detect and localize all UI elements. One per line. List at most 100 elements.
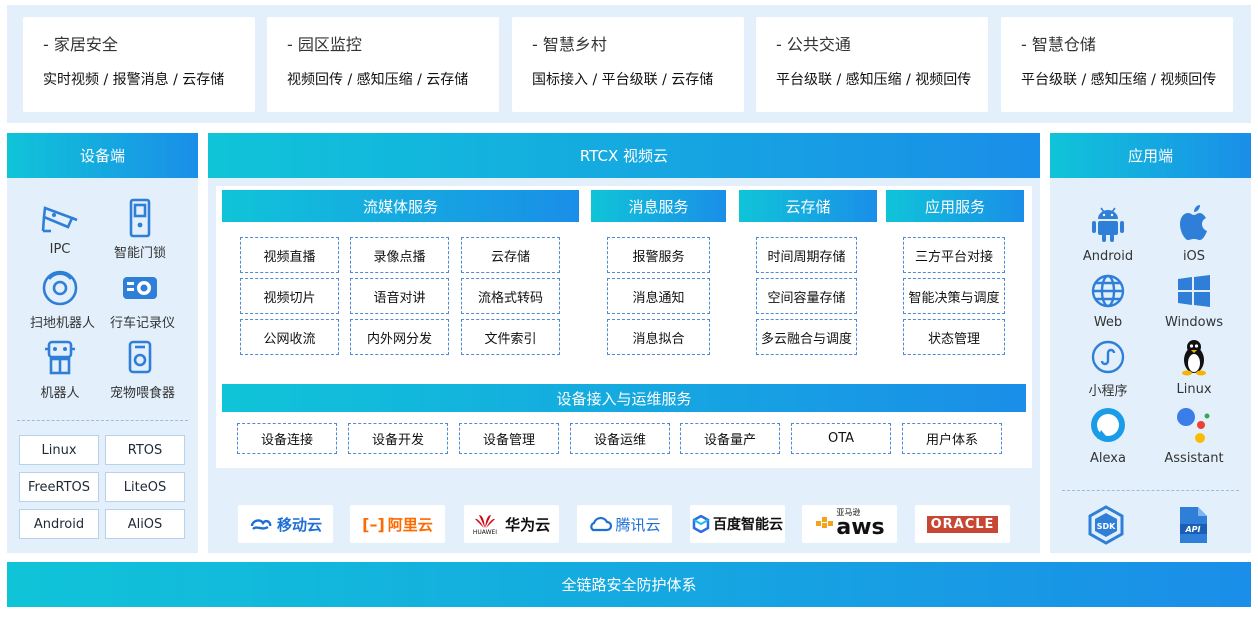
sdk-icon: SDK [1088, 505, 1124, 545]
scenario-features: 视频回传 / 感知压缩 / 云存储 [287, 72, 469, 88]
scenario-title: - 公共交通 [776, 35, 851, 54]
storage-cell: 多云融合与调度 [756, 319, 857, 355]
ops-cell: 设备连接 [237, 423, 337, 454]
camera-icon [41, 206, 78, 233]
security-footer: 全链路安全防护体系 [7, 562, 1251, 607]
message-cell: 消息拟合 [607, 319, 710, 355]
device-door-lock: 智能门锁 [110, 198, 170, 261]
app-label: iOS [1182, 249, 1206, 264]
ops-cell: 用户体系 [902, 423, 1002, 454]
huawei-wordmark: HUAWEI [472, 528, 498, 536]
app-ios: iOS [1155, 203, 1233, 264]
app-label: Assistant [1164, 451, 1224, 466]
device-label: 智能门锁 [113, 246, 166, 261]
streaming-cell: 文件索引 [461, 319, 560, 355]
linux-penguin-icon [1182, 340, 1206, 376]
vendor-baidu: 百度智能云 [690, 505, 785, 543]
huawei-logo-icon [474, 514, 495, 528]
vendor-tencent: 腾讯云 [577, 505, 672, 543]
device-dashcam: 行车记录仪 [110, 268, 175, 331]
mobile-cloud-logo-icon [250, 519, 272, 530]
dashcam-icon [123, 277, 157, 299]
api-label: API [1184, 525, 1200, 534]
scenario-features: 实时视频 / 报警消息 / 云存储 [43, 72, 225, 88]
device-pet-feeder: 宠物喂食器 [110, 338, 176, 401]
os-badge: AliOS [105, 509, 185, 539]
vendor-name: 移动云 [276, 515, 322, 534]
device-robot: 机器人 [30, 338, 90, 401]
vendor-aws: 亚马逊 aws [802, 505, 897, 543]
os-badge: Android [19, 509, 99, 539]
scenario-title: - 智慧仓储 [1021, 35, 1096, 54]
os-badge: Linux [19, 435, 99, 465]
android-icon [1092, 207, 1124, 242]
vendor-name: aws [836, 515, 885, 540]
windows-icon [1178, 275, 1210, 307]
scenario-features: 平台级联 / 感知压缩 / 视频回传 [776, 72, 972, 88]
mini-program-icon [1091, 340, 1125, 374]
vendor-mobile-cloud: 移动云 [238, 505, 333, 543]
ops-cell: 设备运维 [570, 423, 670, 454]
apps-header: 应用端 [1050, 133, 1251, 178]
scenario-title: - 家居安全 [43, 35, 118, 54]
scenario-features: 平台级联 / 感知压缩 / 视频回传 [1021, 72, 1217, 88]
vendor-name: 百度智能云 [713, 517, 783, 533]
app-linux: Linux [1155, 338, 1233, 397]
app-android: Android [1069, 203, 1147, 264]
alexa-icon [1091, 408, 1125, 442]
baidu-cloud-logo-icon [692, 515, 710, 533]
aws-logo-icon [816, 517, 834, 528]
storage-cell: 时间周期存储 [756, 237, 857, 273]
scenario-features: 国标接入 / 平台级联 / 云存储 [532, 72, 714, 88]
message-cell: 报警服务 [607, 237, 710, 273]
app-label: Android [1082, 249, 1134, 264]
appsvc-cell: 智能决策与调度 [903, 278, 1005, 314]
vendor-aliyun: [–] 阿里云 [350, 505, 445, 543]
scenario-title: - 园区监控 [287, 35, 362, 54]
streaming-cell: 视频直播 [240, 237, 339, 273]
app-web: Web [1069, 273, 1147, 330]
scenario-card: - 智慧仓储平台级联 / 感知压缩 / 视频回传 [1001, 17, 1233, 112]
cloud-header: RTCX 视频云 [208, 133, 1040, 178]
app-assistant: Assistant [1155, 405, 1233, 466]
robot-vacuum-icon [42, 270, 78, 306]
device-label: 机器人 [40, 386, 80, 401]
vendor-name: ORACLE [926, 515, 999, 533]
app-label: Alexa [1090, 451, 1126, 466]
streaming-cell: 内外网分发 [350, 319, 449, 355]
app-label: Windows [1164, 315, 1224, 330]
os-badge: FreeRTOS [19, 472, 99, 502]
vendor-name: 华为云 [505, 515, 551, 534]
google-assistant-icon [1177, 408, 1210, 443]
aliyun-logo-icon: [–] [362, 514, 385, 534]
ops-cell: 设备量产 [680, 423, 780, 454]
device-header: 设备端 [7, 133, 198, 178]
device-label: 扫地机器人 [30, 316, 96, 331]
scenario-card: - 园区监控视频回传 / 感知压缩 / 云存储 [267, 17, 499, 112]
robot-icon [45, 340, 75, 375]
tencent-cloud-logo-icon [590, 516, 613, 532]
device-label: IPC [49, 242, 71, 257]
ops-cell: 设备开发 [348, 423, 448, 454]
app-alexa: Alexa [1069, 405, 1147, 466]
api-icon: API [1180, 507, 1207, 543]
device-label: 宠物喂食器 [110, 386, 176, 401]
ops-header: 设备接入与运维服务 [222, 384, 1026, 412]
device-ipc: IPC [30, 198, 90, 257]
streaming-cell: 录像点播 [350, 237, 449, 273]
scenario-card: - 公共交通平台级联 / 感知压缩 / 视频回传 [756, 17, 988, 112]
app-windows: Windows [1155, 273, 1233, 330]
globe-icon [1091, 274, 1125, 308]
os-badge: RTOS [105, 435, 185, 465]
appsvc-cell: 三方平台对接 [903, 237, 1005, 273]
vendor-name: 腾讯云 [615, 515, 661, 534]
apps-divider [1062, 490, 1239, 491]
app-label: Web [1093, 315, 1123, 330]
streaming-cell: 公网收流 [240, 319, 339, 355]
vendor-oracle: ORACLE [915, 505, 1010, 543]
door-lock-icon [129, 198, 151, 238]
storage-header: 云存储 [739, 190, 877, 222]
apple-icon [1180, 205, 1207, 240]
device-robot-vacuum: 扫地机器人 [30, 268, 96, 331]
message-cell: 消息通知 [607, 278, 710, 314]
